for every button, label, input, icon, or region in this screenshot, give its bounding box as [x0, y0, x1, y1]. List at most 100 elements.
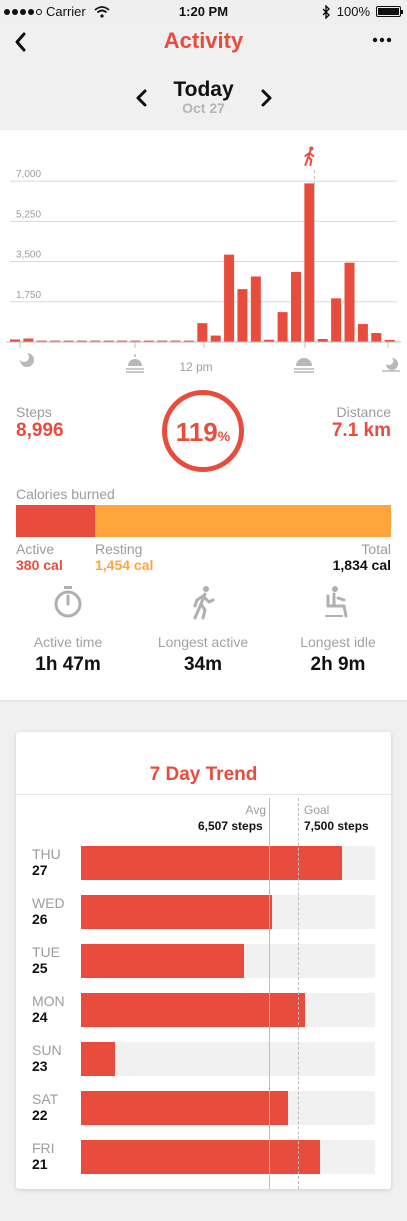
day-bar	[81, 1091, 288, 1125]
avg-line	[269, 798, 271, 1189]
trend-divider	[16, 794, 391, 795]
calories-resting-label: Resting	[95, 541, 143, 557]
day-date: 21	[32, 1156, 48, 1172]
trend-row: SUN 23	[16, 1042, 391, 1076]
date-subtitle: Oct 27	[182, 100, 225, 116]
status-bar: Carrier 1:20 PM 100%	[0, 0, 407, 24]
day-date: 24	[32, 1009, 48, 1025]
hour-bar	[304, 183, 315, 342]
day-label: TUE 25	[32, 944, 60, 976]
goal-label-block: Goal 7,500 steps	[304, 802, 388, 834]
day-bar	[81, 993, 305, 1027]
trend-title: 7 Day Trend	[149, 764, 258, 785]
day-bar	[81, 944, 245, 978]
metric-label: Active time	[33, 634, 103, 650]
day-name: THU	[32, 846, 61, 862]
y-tick-label: 5,250	[16, 209, 41, 220]
trend-row: MON 24	[16, 993, 391, 1027]
day-bar	[81, 1140, 321, 1174]
metric-value: 1h 47m	[35, 654, 101, 675]
hour-bar	[23, 338, 34, 342]
day-bar-track	[81, 846, 375, 880]
walking-icon	[304, 146, 315, 166]
day-date: 22	[32, 1107, 48, 1123]
day-name: FRI	[32, 1140, 55, 1156]
goal-value: 7,500 steps	[304, 819, 369, 833]
day-bar-track	[81, 993, 375, 1027]
goal-percent-ring: 119%	[162, 390, 244, 472]
status-right: 100%	[321, 4, 403, 19]
hour-bar	[344, 262, 355, 342]
date-navigator: Today Oct 27	[0, 78, 407, 126]
day-date: 27	[32, 862, 48, 878]
calories-active-value: 380 cal	[16, 557, 63, 573]
steps-label: Steps	[16, 404, 52, 420]
hour-bar	[197, 323, 208, 342]
y-tick-label: 3,500	[16, 250, 41, 261]
day-label: SUN 23	[32, 1042, 62, 1074]
hour-bar	[290, 271, 301, 342]
day-bar-track	[81, 944, 375, 978]
metric-label: Longest idle	[300, 634, 376, 650]
metric-longest-idle: Longest idle 2h 9m	[268, 584, 407, 676]
calories-active: Active 380 cal	[16, 541, 63, 573]
hour-bar	[331, 298, 342, 342]
metric-value: 2h 9m	[310, 654, 366, 675]
bluetooth-icon	[322, 4, 330, 19]
day-name: TUE	[32, 944, 60, 960]
sunset-icon	[294, 358, 314, 373]
calories-total-value: 1,834 cal	[332, 557, 391, 573]
calories-active-label: Active	[16, 541, 55, 557]
day-label: SAT 22	[32, 1091, 58, 1123]
day-bar	[81, 895, 273, 929]
y-tick-label: 7,000	[16, 169, 41, 180]
steps-stat: Steps 8,996	[16, 404, 64, 442]
avg-label-block: Avg 6,507 steps	[198, 802, 266, 834]
metric-value: 34m	[183, 654, 223, 675]
calories-resting-value: 1,454 cal	[95, 557, 154, 573]
sitting-icon	[325, 586, 348, 618]
moon-icon	[20, 353, 34, 367]
hour-bar	[237, 289, 248, 342]
battery-label: 100%	[336, 4, 370, 19]
day-bar-track	[81, 1140, 375, 1174]
distance-stat: Distance 7.1 km	[332, 404, 391, 442]
day-label: THU 27	[32, 846, 61, 878]
day-name: MON	[32, 993, 65, 1009]
goal-percent-value: 119	[175, 417, 218, 447]
calories-bar	[16, 505, 391, 537]
day-label: MON 24	[32, 993, 65, 1025]
distance-value: 7.1 km	[331, 420, 391, 441]
trend-row: SAT 22	[16, 1091, 391, 1125]
calories-label: Calories burned	[16, 486, 115, 502]
metric-active-time: Active time 1h 47m	[0, 584, 138, 676]
goal-label: Goal	[304, 803, 330, 817]
day-bar-track	[81, 895, 375, 929]
more-options-button[interactable]	[371, 32, 393, 48]
day-date: 26	[32, 911, 48, 927]
hour-bar	[210, 335, 221, 342]
hour-bar	[371, 333, 382, 342]
date-title: Today	[173, 78, 234, 101]
day-name: WED	[32, 895, 65, 911]
calories-resting: Resting 1,454 cal	[95, 541, 153, 573]
goal-line	[298, 798, 300, 1189]
day-bar	[81, 1042, 115, 1076]
sunrise-icon	[126, 354, 144, 373]
activity-summary-card: 7,000 5,250 3,500 1,750 12 pm Steps 8,996 11…	[0, 130, 407, 700]
next-day-button[interactable]	[256, 86, 276, 110]
day-name: SAT	[32, 1091, 59, 1107]
day-date: 23	[32, 1058, 48, 1074]
hour-bar	[250, 276, 261, 342]
avg-label: Avg	[245, 803, 266, 817]
calories-total-label: Total	[361, 541, 391, 557]
day-bar-track	[81, 1042, 375, 1076]
y-tick-label: 1,750	[16, 290, 41, 301]
moon-set-icon	[382, 358, 400, 372]
walking-icon	[193, 586, 215, 620]
calories-active-fill	[16, 505, 95, 537]
goal-percent: 119%	[167, 417, 239, 448]
page-title: Activity	[163, 28, 244, 53]
hourly-steps-chart: 7,000 5,250 3,500 1,750 12 pm	[6, 146, 401, 374]
seven-day-trend-card: 7 Day Trend Avg 6,507 steps Goal 7,500 s…	[16, 732, 391, 1189]
